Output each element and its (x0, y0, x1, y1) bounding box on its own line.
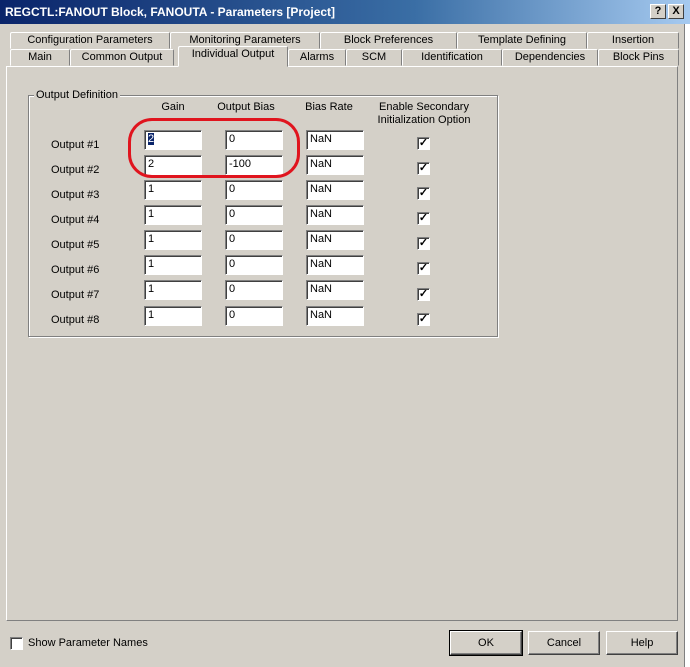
row-label: Output #4 (51, 214, 100, 226)
tab-individual-output[interactable]: Individual Output (178, 46, 288, 67)
gain-input[interactable]: 1 (144, 205, 202, 225)
cancel-button[interactable]: Cancel (528, 631, 600, 655)
secondary-checkbox[interactable]: ✓ (417, 137, 430, 150)
tab-scm[interactable]: SCM (346, 49, 402, 66)
secondary-checkbox[interactable]: ✓ (417, 262, 430, 275)
output-bias-input[interactable]: 0 (225, 306, 283, 326)
tab-common-output[interactable]: Common Output (70, 49, 174, 66)
header-secondary-line1: Enable Secondary (379, 101, 469, 113)
output-bias-input[interactable]: 0 (225, 255, 283, 275)
gain-input[interactable]: 1 (144, 180, 202, 200)
gain-input[interactable]: 1 (144, 255, 202, 275)
output-bias-input[interactable]: 0 (225, 280, 283, 300)
ok-button[interactable]: OK (449, 630, 523, 656)
secondary-checkbox[interactable]: ✓ (417, 212, 430, 225)
gain-input[interactable]: 2 (144, 130, 202, 150)
show-names-checkbox[interactable] (10, 637, 23, 650)
header-secondary-line2: Initialization Option (377, 114, 471, 126)
header-output-bias: Output Bias (217, 101, 275, 113)
output-bias-input[interactable]: 0 (225, 130, 283, 150)
row-label: Output #6 (51, 264, 100, 276)
window-right-edge (684, 24, 690, 667)
gain-input[interactable]: 1 (144, 230, 202, 250)
row-label: Output #5 (51, 239, 100, 251)
tab-alarms[interactable]: Alarms (288, 49, 346, 66)
gain-input[interactable]: 1 (144, 280, 202, 300)
secondary-checkbox[interactable]: ✓ (417, 237, 430, 250)
tab-configuration-parameters[interactable]: Configuration Parameters (10, 32, 170, 49)
secondary-checkbox[interactable]: ✓ (417, 288, 430, 301)
bias-rate-input[interactable]: NaN (306, 180, 364, 200)
secondary-checkbox[interactable]: ✓ (417, 313, 430, 326)
tab-insertion[interactable]: Insertion (587, 32, 679, 49)
row-label: Output #8 (51, 314, 100, 326)
bias-rate-input[interactable]: NaN (306, 155, 364, 175)
tab-template-defining[interactable]: Template Defining (457, 32, 587, 49)
tab-identification[interactable]: Identification (402, 49, 502, 66)
secondary-checkbox[interactable]: ✓ (417, 162, 430, 175)
bias-rate-input[interactable]: NaN (306, 205, 364, 225)
tab-block-preferences[interactable]: Block Preferences (320, 32, 457, 49)
gain-input[interactable]: 1 (144, 306, 202, 326)
help-button[interactable]: Help (606, 631, 678, 655)
bias-rate-input[interactable]: NaN (306, 230, 364, 250)
tab-dependencies[interactable]: Dependencies (502, 49, 598, 66)
close-icon[interactable]: X (668, 4, 684, 19)
output-bias-input[interactable]: 0 (225, 205, 283, 225)
tab-main[interactable]: Main (10, 49, 70, 66)
header-gain: Gain (161, 101, 185, 113)
bias-rate-input[interactable]: NaN (306, 280, 364, 300)
bias-rate-input[interactable]: NaN (306, 255, 364, 275)
gain-input[interactable]: 2 (144, 155, 202, 175)
window-title: REGCTL:FANOUT Block, FANOUTA - Parameter… (5, 5, 336, 19)
bias-rate-input[interactable]: NaN (306, 130, 364, 150)
gain-value: 2 (148, 133, 155, 145)
show-names-label: Show Parameter Names (28, 637, 148, 649)
secondary-checkbox[interactable]: ✓ (417, 187, 430, 200)
row-label: Output #1 (51, 139, 100, 151)
bias-rate-input[interactable]: NaN (306, 306, 364, 326)
header-bias-rate: Bias Rate (305, 101, 353, 113)
tab-block-pins[interactable]: Block Pins (598, 49, 679, 66)
row-label: Output #3 (51, 189, 100, 201)
row-label: Output #7 (51, 289, 100, 301)
group-legend: Output Definition (34, 89, 120, 101)
output-bias-input[interactable]: 0 (225, 180, 283, 200)
output-bias-input[interactable]: 0 (225, 230, 283, 250)
row-label: Output #2 (51, 164, 100, 176)
output-bias-input[interactable]: -100 (225, 155, 283, 175)
help-icon[interactable]: ? (650, 4, 666, 19)
title-bar: REGCTL:FANOUT Block, FANOUTA - Parameter… (0, 0, 690, 24)
